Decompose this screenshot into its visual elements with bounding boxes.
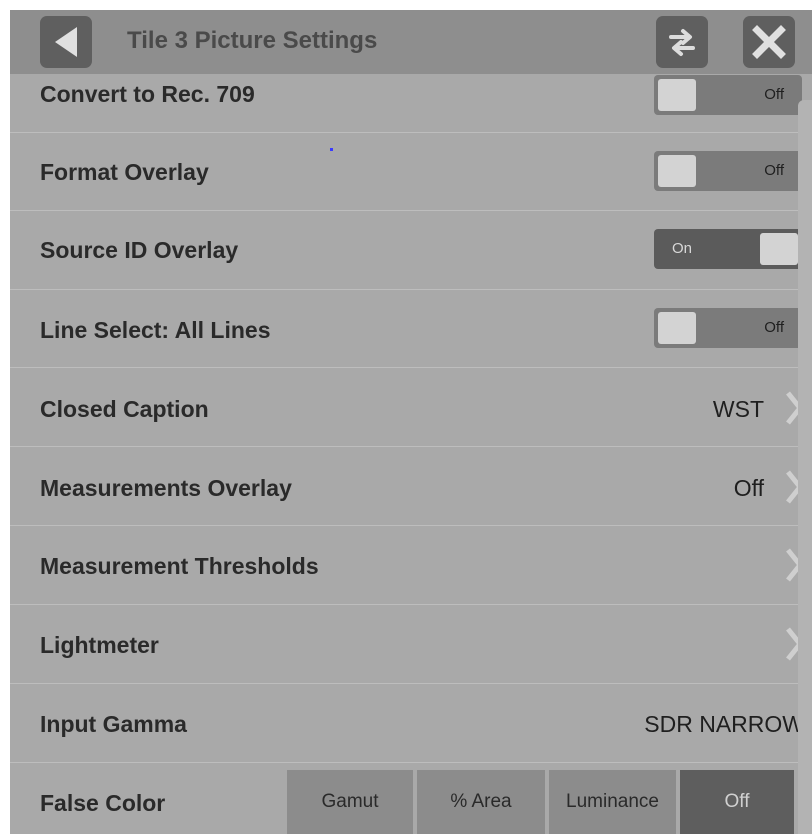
toggle-state-text: Off xyxy=(764,319,784,336)
settings-row-measurement-thresholds[interactable]: Measurement Thresholds xyxy=(10,525,804,604)
false-color-option-gamut[interactable]: Gamut xyxy=(287,770,413,834)
measurement-thresholds-label: Measurement Thresholds xyxy=(40,553,319,579)
toggle-state-text: On xyxy=(672,240,693,257)
scrollbar[interactable] xyxy=(798,100,812,834)
convert-rec709-label: Convert to Rec. 709 xyxy=(40,81,255,107)
measurements-overlay-value: Off xyxy=(733,475,764,501)
settings-row-line-select: Line Select: All Lines Off xyxy=(10,289,802,368)
convert-rec709-toggle[interactable]: Off xyxy=(654,75,802,115)
settings-row-input-gamma: Input Gamma SDR NARROW xyxy=(10,683,804,762)
settings-row-closed-caption[interactable]: Closed Caption WST xyxy=(10,367,804,446)
source-id-overlay-toggle[interactable]: On xyxy=(654,229,802,269)
closed-caption-value: WST xyxy=(712,396,764,422)
toggle-knob xyxy=(658,79,696,111)
toggle-state-text: Off xyxy=(764,162,784,179)
line-select-label: Line Select: All Lines xyxy=(40,317,271,343)
toggle-knob xyxy=(658,155,696,187)
measurements-overlay-label: Measurements Overlay xyxy=(40,475,292,501)
false-color-label: False Color xyxy=(40,790,166,816)
page-title: Tile 3 Picture Settings xyxy=(127,27,378,54)
input-gamma-label: Input Gamma xyxy=(40,711,187,737)
toggle-knob xyxy=(658,312,696,344)
source-id-overlay-label: Source ID Overlay xyxy=(40,237,239,263)
line-select-toggle[interactable]: Off xyxy=(654,308,802,348)
lightmeter-label: Lightmeter xyxy=(40,632,159,658)
format-overlay-label: Format Overlay xyxy=(40,159,209,185)
closed-caption-label: Closed Caption xyxy=(40,396,209,422)
settings-row-source-id-overlay: Source ID Overlay On xyxy=(10,210,802,289)
false-color-option-percent-area[interactable]: % Area xyxy=(417,770,545,834)
settings-row-measurements-overlay[interactable]: Measurements Overlay Off xyxy=(10,446,804,525)
settings-row-convert-rec709: Convert to Rec. 709 Off xyxy=(10,53,802,131)
false-color-option-off[interactable]: Off xyxy=(680,770,794,834)
format-overlay-toggle[interactable]: Off xyxy=(654,151,802,191)
toggle-state-text: Off xyxy=(764,86,784,103)
settings-row-lightmeter[interactable]: Lightmeter xyxy=(10,604,804,683)
false-color-option-luminance[interactable]: Luminance xyxy=(549,770,676,834)
picture-settings-panel: Tile 3 Picture Settings Convert to Rec. … xyxy=(10,10,812,834)
settings-row-format-overlay: Format Overlay Off xyxy=(10,132,802,211)
input-gamma-value: SDR NARROW xyxy=(644,711,804,737)
toggle-knob xyxy=(760,233,798,265)
